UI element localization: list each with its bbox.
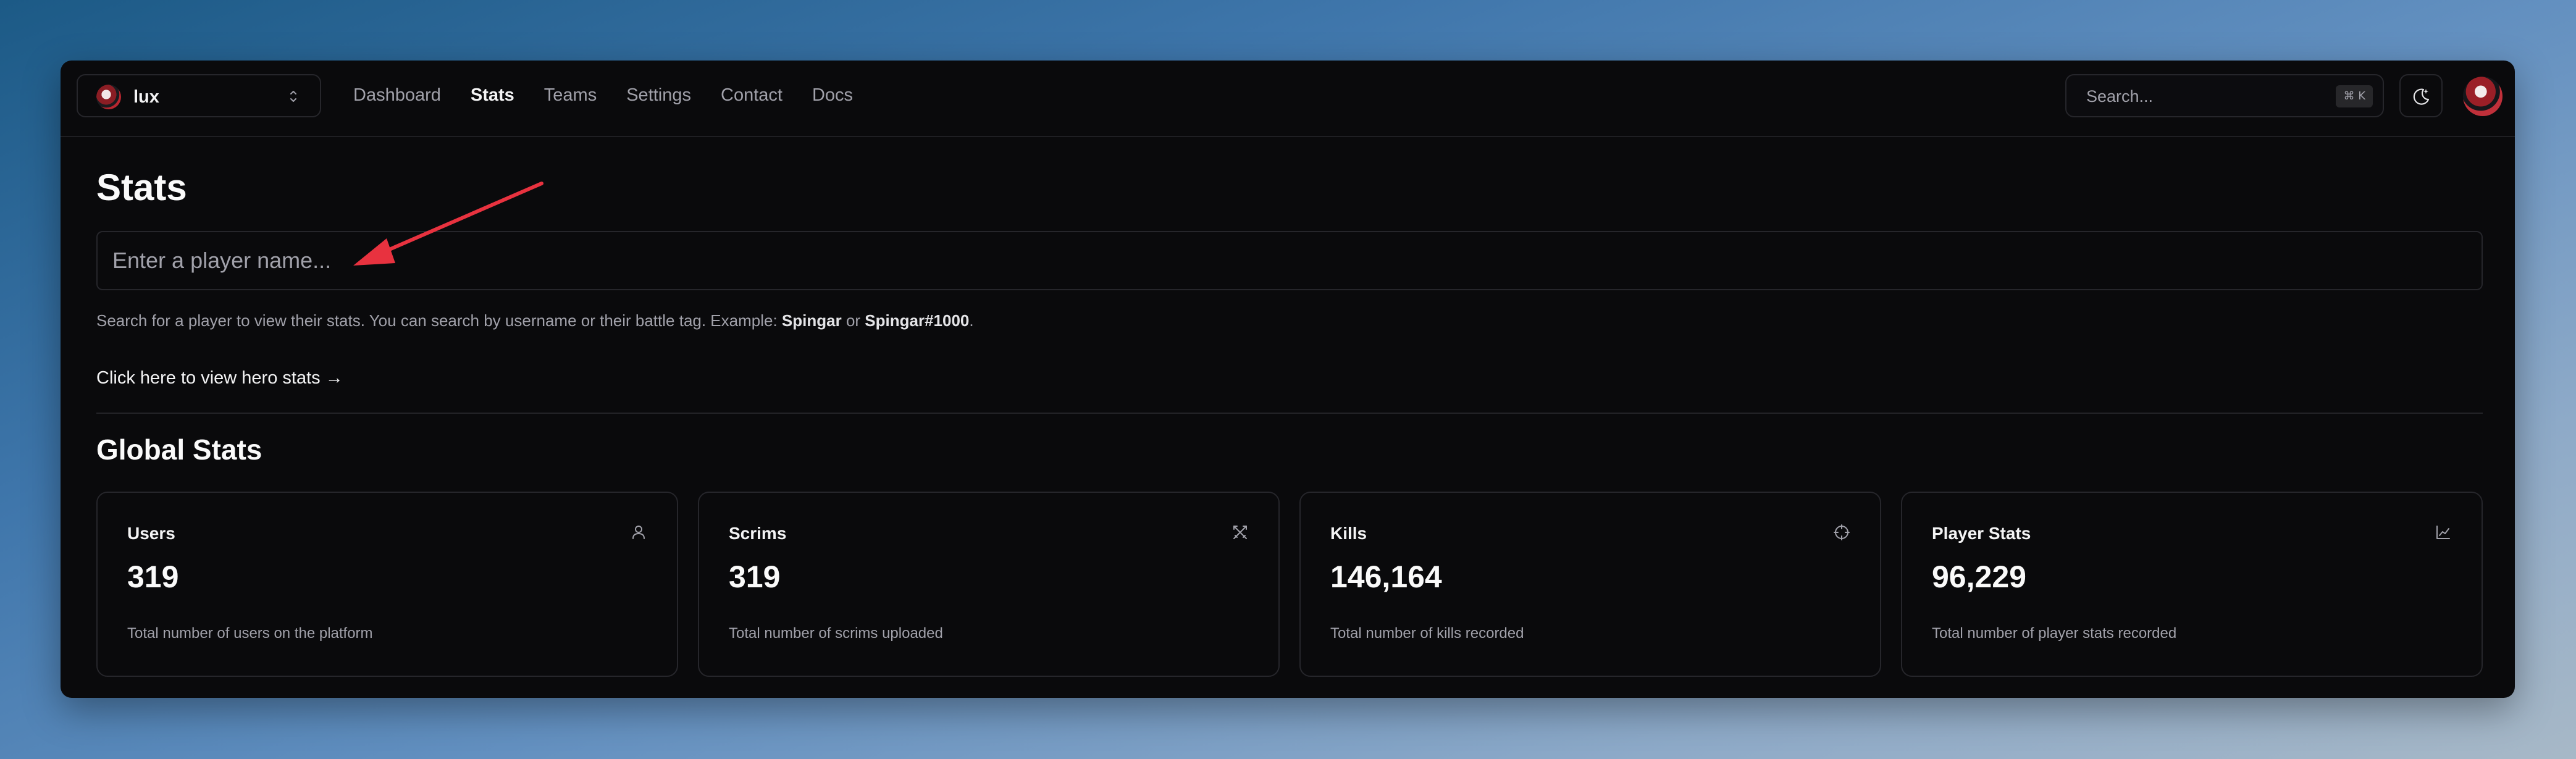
stat-card-users: Users 319 Total number of users on the p… xyxy=(96,492,678,677)
stat-card-kills: Kills 146,164 Total number of kills reco… xyxy=(1299,492,1881,677)
page-title: Stats xyxy=(96,167,187,208)
moon-sparkle-icon xyxy=(2413,88,2430,105)
card-caption: Total number of kills recorded xyxy=(1330,625,1524,642)
card-value: 319 xyxy=(729,560,781,594)
help-example-battletag: Spingar#1000 xyxy=(865,311,970,330)
crossed-swords-icon xyxy=(1233,526,1247,539)
player-name-input[interactable] xyxy=(96,231,2483,290)
nav-contact[interactable]: Contact xyxy=(721,82,782,109)
user-avatar[interactable] xyxy=(2463,77,2503,116)
card-label: Kills xyxy=(1330,524,1367,543)
card-caption: Total number of scrims uploaded xyxy=(729,625,943,642)
nav-docs[interactable]: Docs xyxy=(812,82,853,109)
help-text-or: or xyxy=(841,311,865,330)
card-value: 146,164 xyxy=(1330,560,1442,594)
chevron-up-down-icon xyxy=(290,91,296,102)
top-navbar: lux Dashboard Stats Teams Settings Conta… xyxy=(61,61,2515,137)
help-text-prefix: Search for a player to view their stats.… xyxy=(96,311,782,330)
nav-settings[interactable]: Settings xyxy=(626,82,691,109)
main-nav: Dashboard Stats Teams Settings Contact D… xyxy=(353,82,883,109)
search-placeholder: Search... xyxy=(2086,87,2154,106)
team-avatar xyxy=(96,85,121,109)
nav-stats[interactable]: Stats xyxy=(471,82,514,109)
global-search-button[interactable]: Search... ⌘ K xyxy=(2065,74,2384,117)
card-label: Scrims xyxy=(729,524,787,543)
hero-stats-link[interactable]: Click here to view hero stats → xyxy=(96,366,343,390)
app-window: lux Dashboard Stats Teams Settings Conta… xyxy=(61,61,2515,698)
user-icon xyxy=(632,526,645,539)
help-example-username: Spingar xyxy=(781,311,842,330)
card-caption: Total number of users on the platform xyxy=(127,625,373,642)
team-name: lux xyxy=(133,87,159,107)
section-divider xyxy=(96,413,2483,414)
global-stats-cards: Users 319 Total number of users on the p… xyxy=(96,492,2483,677)
crosshair-icon xyxy=(1834,524,1850,540)
card-value: 319 xyxy=(127,560,179,594)
card-caption: Total number of player stats recorded xyxy=(1932,625,2177,642)
card-label: Users xyxy=(127,524,175,543)
card-label: Player Stats xyxy=(1932,524,2031,543)
stat-card-scrims: Scrims 319 Total number of scrims upload… xyxy=(698,492,1280,677)
global-stats-title: Global Stats xyxy=(96,434,262,466)
line-chart-icon xyxy=(2436,526,2450,539)
team-switcher[interactable]: lux xyxy=(77,74,321,117)
search-help-text: Search for a player to view their stats.… xyxy=(96,310,974,331)
search-shortcut-badge: ⌘ K xyxy=(2336,85,2373,107)
stat-card-player-stats: Player Stats 96,229 Total number of play… xyxy=(1901,492,2483,677)
nav-dashboard[interactable]: Dashboard xyxy=(353,82,441,109)
theme-toggle-button[interactable] xyxy=(2399,74,2443,117)
nav-teams[interactable]: Teams xyxy=(544,82,597,109)
card-value: 96,229 xyxy=(1932,560,2026,594)
help-text-suffix: . xyxy=(969,311,974,330)
